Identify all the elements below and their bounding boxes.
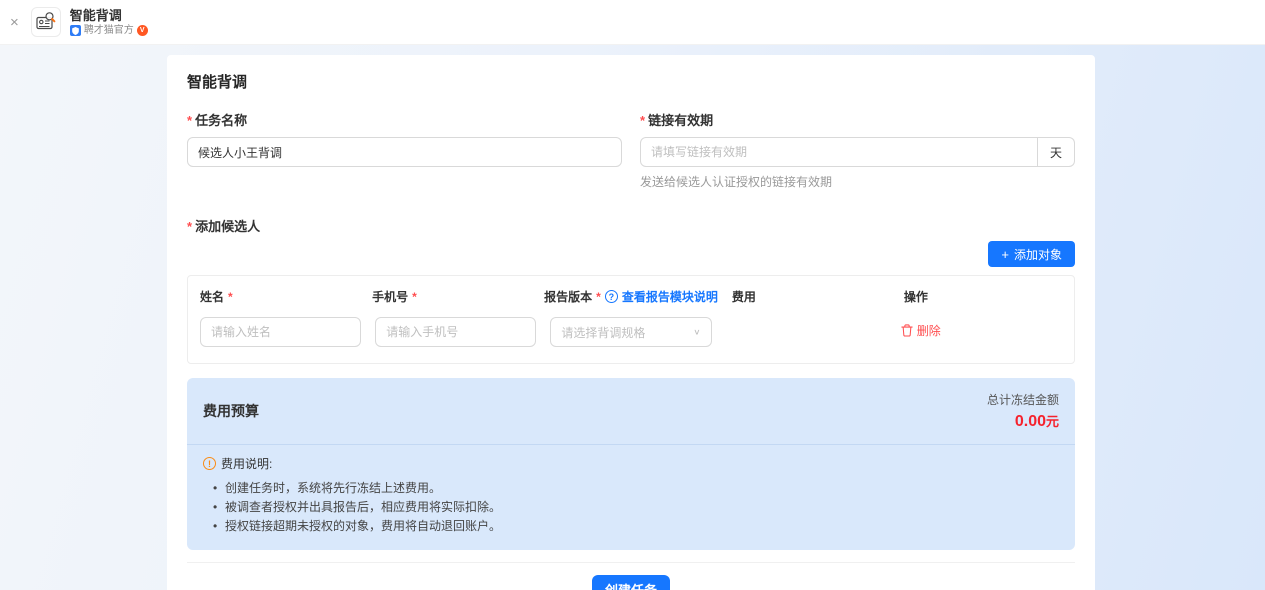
task-name-field: *任务名称	[187, 110, 622, 190]
header-titles: 智能背调 聘才猫官方 V	[70, 8, 148, 36]
card-title: 智能背调	[187, 71, 1075, 92]
link-validity-field: *链接有效期 天 发送给候选人认证授权的链接有效期	[640, 110, 1075, 190]
task-form-card: 智能背调 *任务名称 *链接有效期 天 发送给候选人认证授权的链接有效期	[167, 55, 1095, 590]
link-validity-input[interactable]	[640, 137, 1038, 167]
select-placeholder: 请选择背调规格	[561, 324, 645, 341]
app-subtitle: 聘才猫官方 V	[70, 25, 148, 36]
required-mark: *	[187, 219, 192, 234]
column-header-fee: 费用	[732, 288, 890, 305]
frozen-amount-label: 总计冻结金额	[987, 391, 1059, 408]
task-name-input[interactable]	[187, 137, 622, 167]
budget-total: 总计冻结金额 0.00元	[987, 391, 1059, 431]
org-name: 聘才猫官方	[84, 25, 134, 36]
add-row: + 添加对象	[187, 241, 1075, 267]
candidate-name-input[interactable]	[200, 317, 361, 347]
required-mark: *	[187, 113, 192, 128]
required-mark: *	[640, 113, 645, 128]
frozen-amount-value: 0.00元	[987, 411, 1059, 431]
org-shield-icon	[70, 25, 81, 36]
task-name-label-text: 任务名称	[195, 113, 247, 128]
plus-icon: +	[1001, 248, 1009, 261]
trash-icon	[901, 324, 913, 337]
report-modules-link[interactable]: 查看报告模块说明	[622, 288, 718, 305]
days-unit-addon: 天	[1038, 137, 1075, 167]
submit-row: 创建任务	[187, 563, 1075, 590]
fee-notes-title-text: 费用说明:	[221, 455, 272, 472]
candidates-section-label: *添加候选人	[187, 216, 1075, 235]
budget-panel: 费用预算 总计冻结金额 0.00元 ! 费用说明: 创建任务时，系统将先行冻结上…	[187, 378, 1075, 550]
budget-title: 费用预算	[203, 401, 259, 421]
question-circle-icon[interactable]: ?	[605, 290, 618, 303]
report-version-select[interactable]: 请选择背调规格 ∨	[550, 317, 711, 347]
required-mark: *	[412, 290, 417, 304]
budget-top: 费用预算 总计冻结金额 0.00元	[187, 378, 1075, 444]
column-header-actions: 操作	[904, 288, 1062, 305]
link-validity-label: *链接有效期	[640, 110, 1075, 129]
form-row: *任务名称 *链接有效期 天 发送给候选人认证授权的链接有效期	[187, 110, 1075, 190]
verified-icon: V	[137, 25, 148, 36]
app-title: 智能背调	[70, 8, 148, 23]
candidate-phone-input[interactable]	[375, 317, 536, 347]
idcard-magnifier-icon	[35, 11, 57, 33]
app-logo	[31, 7, 61, 37]
delete-row-button[interactable]: 删除	[901, 322, 941, 339]
link-validity-group: 天	[640, 137, 1075, 167]
required-mark: *	[228, 290, 233, 304]
page-background: 智能背调 *任务名称 *链接有效期 天 发送给候选人认证授权的链接有效期	[0, 45, 1265, 590]
fee-note-item: 授权链接超期未授权的对象，费用将自动退回账户。	[213, 517, 1059, 536]
add-candidate-button-label: 添加对象	[1014, 246, 1062, 263]
fee-notes-list: 创建任务时，系统将先行冻结上述费用。 被调查者授权并出具报告后，相应费用将实际扣…	[203, 479, 1059, 536]
link-validity-label-text: 链接有效期	[648, 113, 713, 128]
top-header: × 智能背调 聘才猫官方 V	[0, 0, 1265, 45]
add-candidate-button[interactable]: + 添加对象	[988, 241, 1075, 267]
budget-notes: ! 费用说明: 创建任务时，系统将先行冻结上述费用。 被调查者授权并出具报告后，…	[187, 445, 1075, 550]
header-phone-text: 手机号	[372, 288, 408, 305]
chevron-down-icon: ∨	[693, 328, 700, 337]
task-name-label: *任务名称	[187, 110, 622, 129]
fee-note-item: 创建任务时，系统将先行冻结上述费用。	[213, 479, 1059, 498]
table-header-row: 姓名 * 手机号 * 报告版本 * ? 查看报告模块说明 费用 操作	[200, 286, 1062, 317]
header-name-text: 姓名	[200, 288, 224, 305]
info-circle-icon: !	[203, 457, 216, 470]
required-mark: *	[596, 290, 601, 304]
fee-notes-title: ! 费用说明:	[203, 455, 1059, 472]
amount-unit: 元	[1046, 414, 1059, 429]
column-header-phone: 手机号 *	[372, 288, 530, 305]
actions-cell: 删除	[901, 322, 1062, 342]
candidate-row: 请选择背调规格 ∨ 删除	[200, 317, 1062, 347]
amount-number: 0.00	[1015, 413, 1046, 430]
delete-label: 删除	[917, 322, 941, 339]
link-validity-help: 发送给候选人认证授权的链接有效期	[640, 173, 1075, 190]
header-version-text: 报告版本	[544, 288, 592, 305]
close-icon[interactable]: ×	[10, 15, 19, 30]
create-task-button[interactable]: 创建任务	[592, 575, 670, 590]
candidates-label-text: 添加候选人	[195, 219, 260, 234]
fee-note-item: 被调查者授权并出具报告后，相应费用将实际扣除。	[213, 498, 1059, 517]
column-header-report-version: 报告版本 * ? 查看报告模块说明	[544, 288, 718, 305]
candidates-table: 姓名 * 手机号 * 报告版本 * ? 查看报告模块说明 费用 操作	[187, 275, 1075, 364]
header-actions-text: 操作	[904, 288, 928, 305]
header-fee-text: 费用	[732, 288, 756, 305]
column-header-name: 姓名 *	[200, 288, 358, 305]
